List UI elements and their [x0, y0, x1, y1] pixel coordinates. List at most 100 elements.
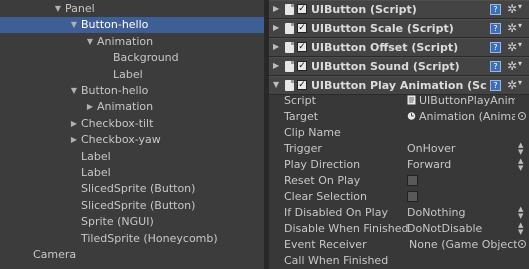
property-value: DoNotDisable — [407, 222, 483, 235]
menu-arrow-icon[interactable]: ▾ — [518, 21, 522, 30]
menu-arrow-icon[interactable]: ▾ — [518, 40, 522, 49]
property-label: Target — [284, 110, 319, 123]
hierarchy-item[interactable]: Background — [0, 50, 264, 66]
foldout-arrow-icon[interactable]: ▶ — [273, 42, 279, 51]
dropdown-arrows-icon[interactable]: ▲ ▼ — [518, 221, 523, 236]
hierarchy-item[interactable]: Label — [0, 67, 264, 83]
property-toggle[interactable] — [407, 175, 418, 186]
property-object-field[interactable]: None (Game Object) — [409, 237, 517, 253]
inspector-panel: ▶ ✓ UIButton (Script)? ✲ ▾ ▶ ✓ UIButton Scale (… — [269, 0, 529, 269]
property-row: Script UIButtonPlayAnimation — [269, 93, 529, 109]
component-header[interactable]: ▶ ✓ UIButton Offset (Script)? ✲ ▾ — [269, 38, 529, 57]
gear-icon[interactable]: ✲ — [507, 2, 517, 16]
gear-icon[interactable]: ✲ — [507, 21, 517, 35]
component-enabled-checkbox[interactable]: ✓ — [297, 42, 307, 52]
component-title: UIButton (Script) — [311, 3, 417, 16]
object-picker-icon[interactable] — [518, 240, 526, 248]
foldout-arrow-icon[interactable]: ▶ — [273, 23, 279, 32]
script-icon — [285, 80, 294, 91]
gear-icon[interactable]: ✲ — [507, 59, 517, 73]
hierarchy-item[interactable]: ▶ Checkbox-tilt — [0, 116, 264, 132]
hierarchy-item-label: SlicedSprite (Button) — [81, 198, 196, 212]
help-icon[interactable]: ? — [490, 80, 501, 91]
foldout-arrow-icon[interactable]: ▶ — [273, 4, 279, 13]
property-dropdown[interactable]: DoNotDisable — [407, 221, 519, 237]
object-picker-icon[interactable] — [518, 112, 526, 120]
property-value: Animation (Animation) — [419, 110, 515, 123]
expand-arrow-icon[interactable]: ▼ — [85, 34, 95, 50]
dropdown-arrows-icon[interactable]: ▲ ▼ — [518, 141, 523, 156]
hierarchy-item-label: Animation — [97, 100, 154, 114]
help-icon[interactable]: ? — [490, 61, 501, 72]
menu-arrow-icon[interactable]: ▾ — [518, 78, 522, 87]
property-value: Forward — [407, 158, 452, 171]
menu-arrow-icon[interactable]: ▾ — [518, 59, 522, 68]
foldout-arrow-icon[interactable]: ▼ — [273, 80, 279, 89]
dropdown-arrows-icon[interactable]: ▲ ▼ — [518, 205, 523, 220]
help-icon[interactable]: ? — [490, 4, 501, 15]
property-dropdown[interactable]: Forward — [407, 157, 519, 173]
property-object-field[interactable]: Animation (Animation) — [407, 109, 515, 125]
script-file-icon — [407, 95, 416, 105]
hierarchy-item-label: Checkbox-tilt — [81, 116, 154, 130]
gear-icon[interactable]: ✲ — [507, 40, 517, 54]
property-label: Clear Selection — [284, 190, 367, 203]
property-row: Reset On Play — [269, 173, 529, 189]
hierarchy-item[interactable]: Label — [0, 165, 264, 181]
hierarchy-item[interactable]: SlicedSprite (Button) — [0, 198, 264, 214]
hierarchy-item-label: Sprite (NGUI) — [81, 215, 154, 229]
property-row: Target Animation (Animation) — [269, 109, 529, 125]
hierarchy-item-label: Label — [113, 67, 143, 81]
component-enabled-checkbox[interactable]: ✓ — [297, 80, 307, 90]
component-enabled-checkbox[interactable]: ✓ — [297, 4, 307, 14]
property-dropdown[interactable]: DoNothing — [407, 205, 519, 221]
hierarchy-item[interactable]: Camera — [0, 247, 264, 263]
help-icon[interactable]: ? — [490, 23, 501, 34]
property-label: Disable When Finished — [284, 222, 409, 235]
script-icon — [285, 61, 294, 72]
component-title: UIButton Offset (Script) — [311, 41, 459, 54]
script-icon — [285, 23, 294, 34]
component-header[interactable]: ▶ ✓ UIButton Sound (Script)? ✲ ▾ — [269, 57, 529, 76]
component-title: UIButton Scale (Script) — [311, 22, 454, 35]
collapse-arrow-icon[interactable]: ▶ — [69, 132, 79, 148]
hierarchy-item-label: Checkbox-yaw — [81, 133, 161, 147]
help-icon[interactable]: ? — [490, 42, 501, 53]
property-label: Reset On Play — [284, 174, 361, 187]
hierarchy-item[interactable]: ▼ Panel — [0, 1, 264, 17]
hierarchy-item[interactable]: ▶ Animation — [0, 99, 264, 115]
hierarchy-item[interactable]: ▼ Animation — [0, 34, 264, 50]
property-dropdown[interactable]: OnHover — [407, 141, 519, 157]
property-row: Disable When Finished DoNotDisable ▲ ▼ — [269, 221, 529, 237]
property-row: Call When Finished — [269, 253, 529, 269]
property-object-field[interactable]: UIButtonPlayAnimation — [407, 93, 515, 109]
hierarchy-item[interactable]: ▼ Button-hello — [0, 17, 264, 34]
component-enabled-checkbox[interactable]: ✓ — [297, 61, 307, 71]
component-title: UIButton Sound (Script) — [311, 60, 460, 73]
expand-arrow-icon[interactable]: ▼ — [69, 83, 79, 99]
hierarchy-item[interactable]: SlicedSprite (Button) — [0, 181, 264, 197]
component-enabled-checkbox[interactable]: ✓ — [297, 23, 307, 33]
hierarchy-item[interactable]: ▼ Button-hello — [0, 83, 264, 99]
expand-arrow-icon[interactable]: ▼ — [69, 17, 79, 33]
foldout-arrow-icon[interactable]: ▶ — [273, 61, 279, 70]
property-row: Clip Name — [269, 125, 529, 141]
collapse-arrow-icon[interactable]: ▶ — [69, 116, 79, 132]
hierarchy-item-label: Label — [81, 166, 111, 179]
expand-arrow-icon[interactable]: ▼ — [53, 1, 63, 17]
dropdown-arrows-icon[interactable]: ▲ ▼ — [518, 157, 523, 172]
hierarchy-item[interactable]: ▶ Checkbox-yaw — [0, 132, 264, 148]
hierarchy-item[interactable]: TiledSprite (Honeycomb) — [0, 231, 264, 247]
property-label: Script — [284, 94, 316, 107]
component-header[interactable]: ▶ ✓ UIButton Scale (Script)? ✲ ▾ — [269, 19, 529, 38]
property-toggle[interactable] — [407, 191, 418, 202]
gear-icon[interactable]: ✲ — [507, 78, 517, 92]
hierarchy-item[interactable]: Sprite (NGUI) — [0, 214, 264, 230]
hierarchy-item[interactable]: Label — [0, 149, 264, 165]
menu-arrow-icon[interactable]: ▾ — [518, 2, 522, 11]
hierarchy-item-label: Button-hello — [81, 18, 149, 32]
collapse-arrow-icon[interactable]: ▶ — [85, 99, 95, 115]
property-row: If Disabled On Play DoNothing ▲ ▼ — [269, 205, 529, 221]
component-header[interactable]: ▶ ✓ UIButton (Script)? ✲ ▾ — [269, 0, 529, 19]
clock-icon — [407, 112, 416, 120]
